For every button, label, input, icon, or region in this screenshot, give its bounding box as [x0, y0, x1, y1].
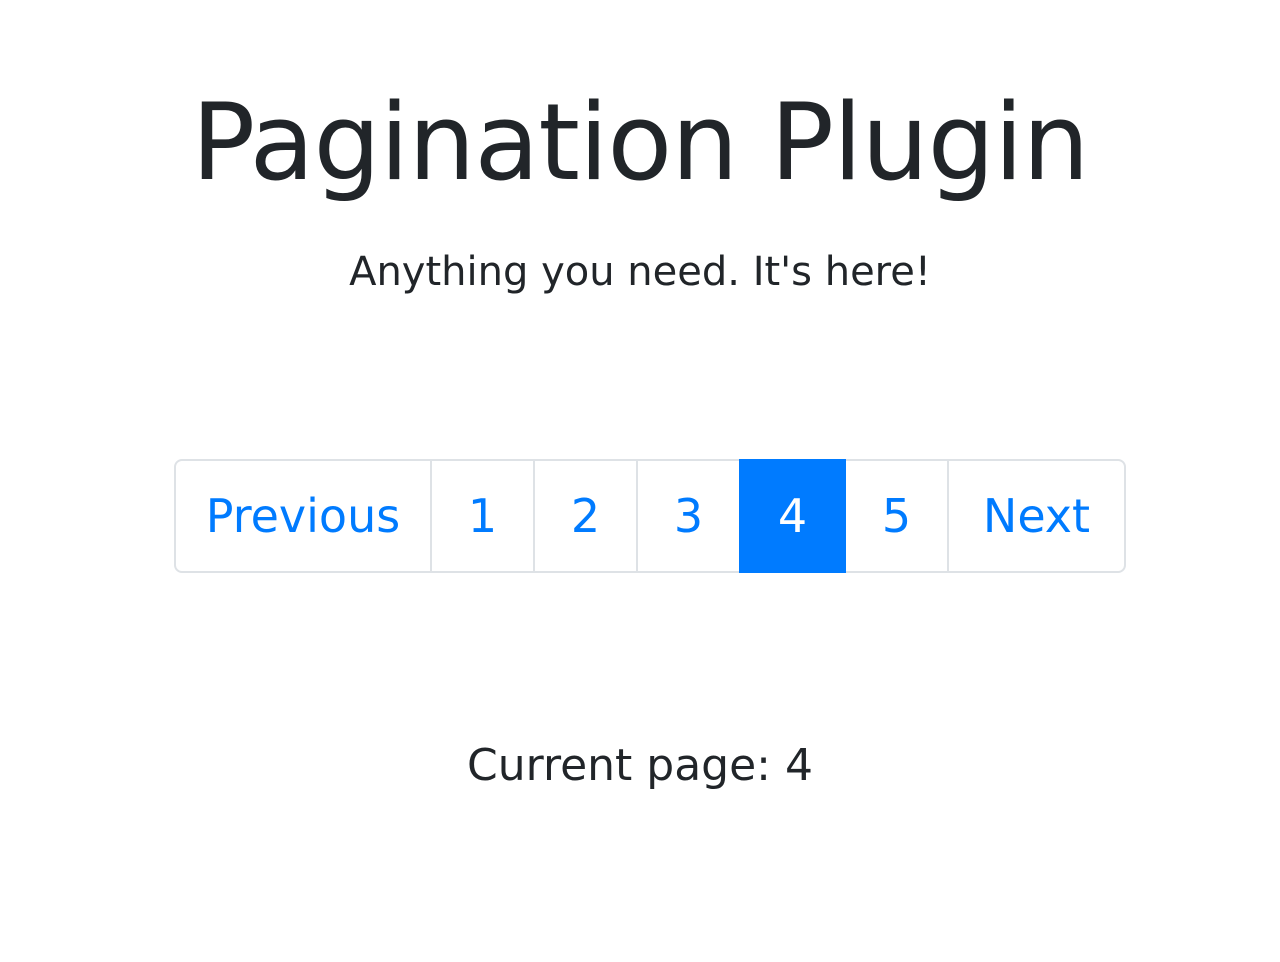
page-subtitle: Anything you need. It's here! — [349, 249, 931, 295]
page-1-button[interactable]: 1 — [430, 459, 535, 573]
page-title: Pagination Plugin — [191, 81, 1089, 204]
page-2-button[interactable]: 2 — [533, 459, 638, 573]
page-5-button[interactable]: 5 — [844, 459, 949, 573]
page-4-button-active[interactable]: 4 — [739, 459, 846, 573]
next-page-button[interactable]: Next — [947, 459, 1126, 573]
page-3-button[interactable]: 3 — [636, 459, 741, 573]
current-page-status: Current page: 4 — [467, 740, 813, 791]
pagination: Previous 1 2 3 4 5 Next — [174, 459, 1126, 573]
previous-page-button[interactable]: Previous — [174, 459, 432, 573]
